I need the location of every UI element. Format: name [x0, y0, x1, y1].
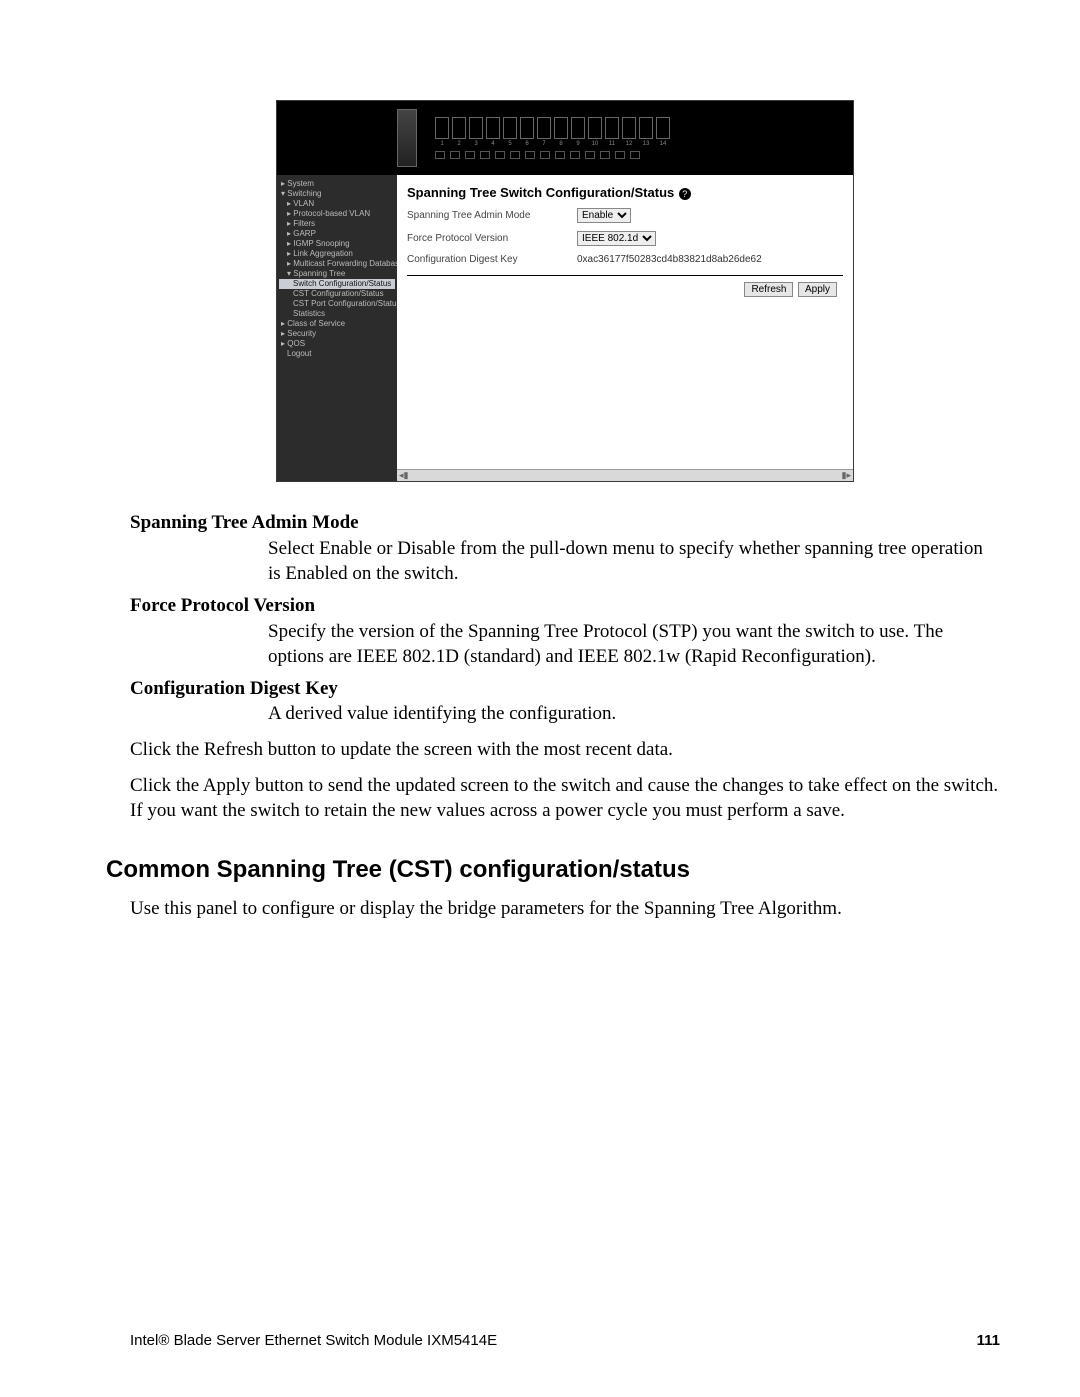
scroll-right-icon[interactable]: ▮▸ — [842, 470, 851, 481]
nav-sidebar: ▸ System ▾ Switching ▸ VLAN ▸ Protocol-b… — [277, 175, 397, 481]
port-number-4: 4 — [486, 141, 500, 147]
port-number-1: 1 — [435, 141, 449, 147]
port-6[interactable] — [520, 117, 534, 139]
port-2[interactable] — [452, 117, 466, 139]
port-led-6 — [510, 151, 520, 159]
help-icon[interactable]: ? — [679, 188, 691, 200]
port-led-row — [435, 151, 670, 159]
port-number-6: 6 — [520, 141, 534, 147]
port-led-1 — [435, 151, 445, 159]
footer-product: Intel® Blade Server Ethernet Switch Modu… — [130, 1332, 497, 1349]
port-led-4 — [480, 151, 490, 159]
nav-system[interactable]: ▸ System — [279, 179, 395, 189]
nav-cst-port-config-status[interactable]: CST Port Configuration/Status — [279, 299, 395, 309]
port-led-12 — [600, 151, 610, 159]
port-10[interactable] — [588, 117, 602, 139]
port-number-2: 2 — [452, 141, 466, 147]
protocol-version-select[interactable]: IEEE 802.1d — [577, 231, 656, 246]
port-3[interactable] — [469, 117, 483, 139]
port-5[interactable] — [503, 117, 517, 139]
port-number-7: 7 — [537, 141, 551, 147]
port-led-8 — [540, 151, 550, 159]
port-number-12: 12 — [622, 141, 636, 147]
port-led-9 — [555, 151, 565, 159]
term-protocol-version: Force Protocol Version — [130, 593, 1000, 619]
port-number-10: 10 — [588, 141, 602, 147]
nav-cst-config-status[interactable]: CST Configuration/Status — [279, 289, 395, 299]
port-number-8: 8 — [554, 141, 568, 147]
para-refresh: Click the Refresh button to update the s… — [130, 737, 1000, 763]
nav-statistics[interactable]: Statistics — [279, 309, 395, 319]
nav-class-of-service[interactable]: ▸ Class of Service — [279, 319, 395, 329]
port-13[interactable] — [639, 117, 653, 139]
nav-switch-config-status[interactable]: Switch Configuration/Status — [279, 279, 395, 289]
section-heading-cst: Common Spanning Tree (CST) configuration… — [106, 854, 1000, 886]
port-led-5 — [495, 151, 505, 159]
refresh-button[interactable]: Refresh — [744, 282, 793, 297]
def-digest-key: A derived value identifying the configur… — [268, 701, 1000, 727]
port-row — [435, 117, 670, 139]
para-apply: Click the Apply button to send the updat… — [130, 773, 1000, 824]
port-number-9: 9 — [571, 141, 585, 147]
switch-header-bar: 1234567891011121314 — [277, 101, 853, 175]
port-number-11: 11 — [605, 141, 619, 147]
footer-page-number: 111 — [977, 1332, 1000, 1349]
port-7[interactable] — [537, 117, 551, 139]
port-led-14 — [630, 151, 640, 159]
term-admin-mode: Spanning Tree Admin Mode — [130, 510, 1000, 536]
embedded-screenshot: 1234567891011121314 ▸ System ▾ Switching… — [276, 100, 854, 482]
nav-garp[interactable]: ▸ GARP — [279, 229, 395, 239]
nav-vlan[interactable]: ▸ VLAN — [279, 199, 395, 209]
port-1[interactable] — [435, 117, 449, 139]
scroll-left-icon[interactable]: ◂▮ — [399, 470, 408, 481]
port-panel: 1234567891011121314 — [435, 117, 670, 159]
port-number-13: 13 — [639, 141, 653, 147]
port-led-3 — [465, 151, 475, 159]
port-number-14: 14 — [656, 141, 670, 147]
nav-qos[interactable]: ▸ QOS — [279, 339, 395, 349]
main-panel: Spanning Tree Switch Configuration/Statu… — [397, 175, 853, 481]
port-14[interactable] — [656, 117, 670, 139]
protocol-version-label: Force Protocol Version — [407, 233, 577, 244]
port-led-13 — [615, 151, 625, 159]
port-led-11 — [585, 151, 595, 159]
term-digest-key: Configuration Digest Key — [130, 676, 1000, 702]
port-number-5: 5 — [503, 141, 517, 147]
nav-filters[interactable]: ▸ Filters — [279, 219, 395, 229]
port-12[interactable] — [622, 117, 636, 139]
nav-security[interactable]: ▸ Security — [279, 329, 395, 339]
port-led-7 — [525, 151, 535, 159]
port-led-10 — [570, 151, 580, 159]
nav-logout[interactable]: Logout — [279, 349, 395, 359]
nav-link-aggregation[interactable]: ▸ Link Aggregation — [279, 249, 395, 259]
port-number-3: 3 — [469, 141, 483, 147]
admin-mode-label: Spanning Tree Admin Mode — [407, 210, 577, 221]
port-led-2 — [450, 151, 460, 159]
divider — [407, 275, 843, 276]
port-8[interactable] — [554, 117, 568, 139]
digest-key-value: 0xac36177f50283cd4b83821d8ab26de62 — [577, 254, 762, 265]
port-11[interactable] — [605, 117, 619, 139]
doc-body: Spanning Tree Admin Mode Select Enable o… — [130, 510, 1000, 922]
horizontal-scrollbar[interactable]: ◂▮ ▮▸ — [397, 469, 853, 481]
para-cst-intro: Use this panel to configure or display t… — [130, 896, 1000, 922]
apply-button[interactable]: Apply — [798, 282, 837, 297]
digest-key-label: Configuration Digest Key — [407, 254, 577, 265]
admin-mode-select[interactable]: Enable — [577, 208, 631, 223]
nav-switching[interactable]: ▾ Switching — [279, 189, 395, 199]
port-9[interactable] — [571, 117, 585, 139]
nav-protocol-vlan[interactable]: ▸ Protocol-based VLAN — [279, 209, 395, 219]
port-4[interactable] — [486, 117, 500, 139]
def-protocol-version: Specify the version of the Spanning Tree… — [268, 619, 1000, 670]
switch-module-icon — [397, 109, 417, 167]
nav-igmp[interactable]: ▸ IGMP Snooping — [279, 239, 395, 249]
port-number-row: 1234567891011121314 — [435, 141, 670, 147]
panel-title: Spanning Tree Switch Configuration/Statu… — [407, 185, 674, 200]
nav-spanning-tree[interactable]: ▾ Spanning Tree — [279, 269, 395, 279]
page-footer: Intel® Blade Server Ethernet Switch Modu… — [130, 1332, 1000, 1349]
def-admin-mode: Select Enable or Disable from the pull-d… — [268, 536, 1000, 587]
nav-multicast-fwd-db[interactable]: ▸ Multicast Forwarding Database — [279, 259, 395, 269]
